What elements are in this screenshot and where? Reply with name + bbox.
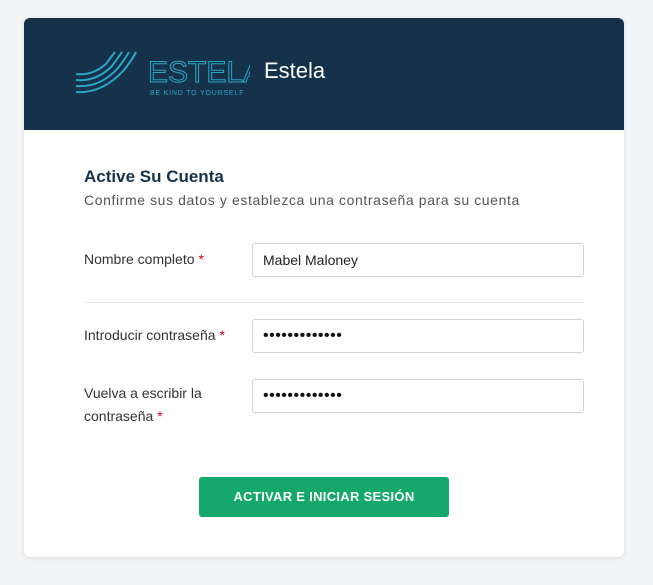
app-title: Estela [264,58,326,83]
full-name-label: Nombre completo * [84,251,204,267]
header-bar: ESTELA BE KIND TO YOURSELF Estela [24,18,624,130]
form-title: Active Su Cuenta [84,167,224,186]
required-marker: * [157,408,163,424]
activation-card: ESTELA BE KIND TO YOURSELF Estela Active… [24,18,624,557]
confirm-password-input[interactable]: ••••••••••••• [252,379,584,413]
full-name-input[interactable]: Mabel Maloney [252,243,584,277]
divider [84,302,584,303]
form-subtitle: Confirme sus datos y establezca una cont… [84,192,520,208]
svg-text:ESTELA: ESTELA [148,56,250,89]
password-label: Introducir contraseña * [84,327,225,343]
required-marker: * [198,251,204,267]
activate-login-button[interactable]: ACTIVAR E INICIAR SESIÓN [199,477,449,517]
estela-logo: ESTELA BE KIND TO YOURSELF [72,48,250,100]
confirm-password-label: Vuelva a escribir la contraseña * [84,385,202,424]
required-marker: * [219,327,225,343]
password-input[interactable]: ••••••••••••• [252,319,584,353]
svg-text:BE KIND TO YOURSELF: BE KIND TO YOURSELF [150,90,244,97]
